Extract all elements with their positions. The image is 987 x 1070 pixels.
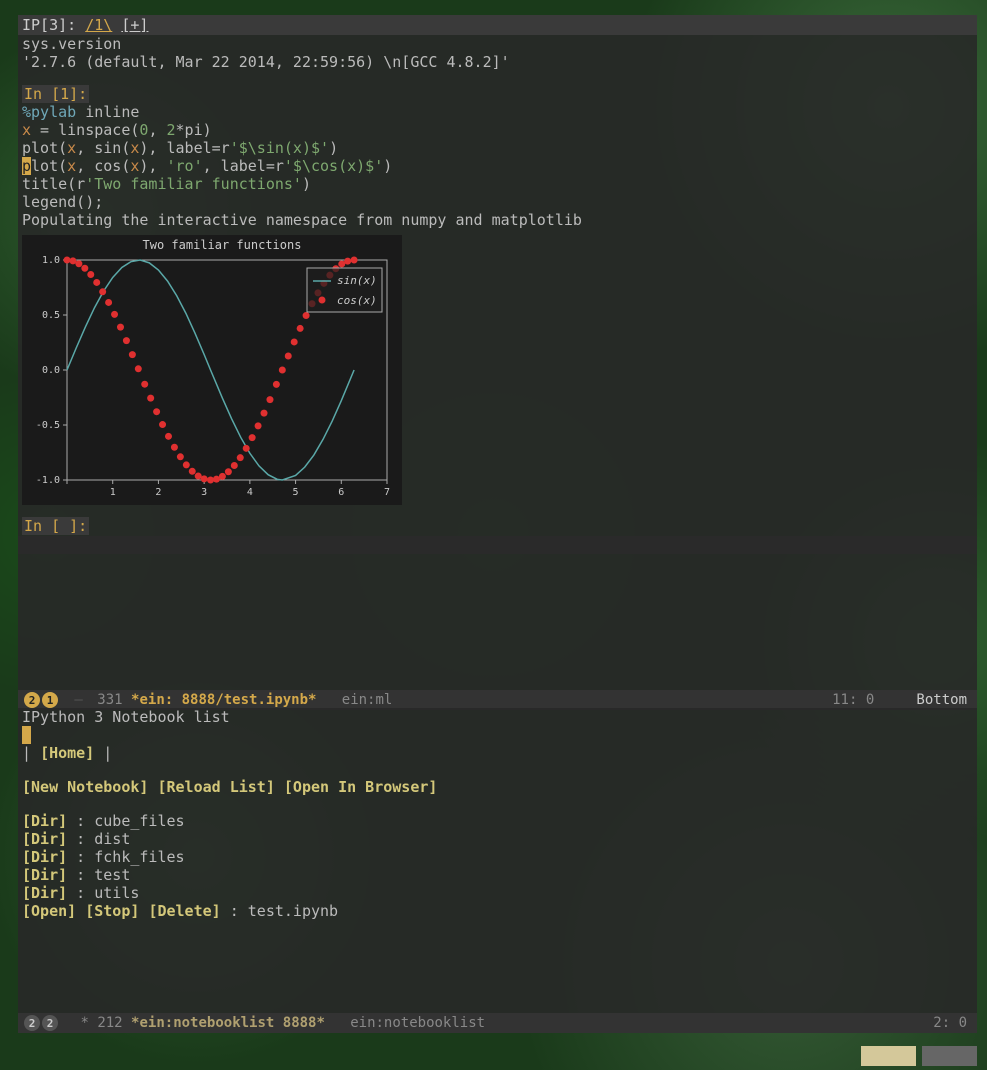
cursor: p <box>22 157 31 175</box>
cursor-bot <box>22 726 31 744</box>
stop-file-button[interactable]: [Stop] <box>85 902 139 920</box>
svg-text:7: 7 <box>384 487 390 498</box>
cell-2-body[interactable] <box>18 536 977 554</box>
svg-text:6: 6 <box>338 487 344 498</box>
modeline-top: 2 1 — 331 *ein: 8888/test.ipynb* ein:ml … <box>18 690 977 710</box>
header-prefix: IP[3]: <box>22 16 85 34</box>
svg-text:-0.5: -0.5 <box>36 420 60 431</box>
taskbar <box>861 1046 977 1070</box>
svg-text:4: 4 <box>247 487 253 498</box>
home-link[interactable]: [Home] <box>40 744 94 762</box>
dir-link[interactable]: [Dir] <box>22 812 67 830</box>
cell-1-prompt: In [1]: <box>22 85 89 103</box>
svg-text:0.5: 0.5 <box>42 310 60 321</box>
dir-link[interactable]: [Dir] <box>22 830 67 848</box>
svg-text:Two familiar functions: Two familiar functions <box>143 238 302 252</box>
reload-list-button[interactable]: [Reload List] <box>157 778 274 796</box>
svg-text:sin(x): sin(x) <box>337 274 377 287</box>
header-tab-1[interactable]: /1\ <box>85 16 112 34</box>
badge-window-num-2: 2 <box>42 1015 58 1031</box>
svg-text:5: 5 <box>293 487 299 498</box>
emacs-bottom-pane: IPython 3 Notebook list | [Home] | [New … <box>18 708 977 1013</box>
svg-text:1.0: 1.0 <box>42 255 60 266</box>
taskbar-item-1[interactable] <box>861 1046 916 1066</box>
dir-link[interactable]: [Dir] <box>22 884 67 902</box>
badge-window-num: 1 <box>42 692 58 708</box>
cell-2[interactable]: In [ ]: <box>18 517 977 535</box>
svg-text:0.0: 0.0 <box>42 365 60 376</box>
sys-version-line2: '2.7.6 (default, Mar 22 2014, 22:59:56) … <box>18 53 977 71</box>
header-line: IP[3]: /1\ [+] <box>18 15 977 35</box>
emacs-top-pane: IP[3]: /1\ [+] sys.version '2.7.6 (defau… <box>18 15 977 690</box>
sys-version-line1: sys.version <box>18 35 977 53</box>
major-mode-top: ein:ml <box>342 692 393 708</box>
chart-svg: Two familiar functions 1 2 3 4 5 6 7 -1.0 -0.5 0.0… <box>22 235 402 505</box>
matplotlib-chart: Two familiar functions 1 2 3 4 5 6 7 -1.0 -0.5 0.0… <box>22 235 402 505</box>
new-notebook-button[interactable]: [New Notebook] <box>22 778 148 796</box>
header-tab-new[interactable]: [+] <box>121 16 148 34</box>
modeline-bottom: 2 2 * 212 *ein:notebooklist 8888* ein:no… <box>18 1013 977 1033</box>
cell-1-output: Populating the interactive namespace fro… <box>18 211 977 229</box>
svg-text:3: 3 <box>201 487 207 498</box>
open-file-button[interactable]: [Open] <box>22 902 76 920</box>
cell-2-prompt: In [ ]: <box>22 517 89 535</box>
svg-text:1: 1 <box>110 487 116 498</box>
dir-link[interactable]: [Dir] <box>22 866 67 884</box>
delete-file-button[interactable]: [Delete] <box>148 902 220 920</box>
major-mode-bot: ein:notebooklist <box>350 1015 485 1031</box>
buffer-name-top: *ein: 8888/test.ipynb* <box>131 692 316 708</box>
open-in-browser-button[interactable]: [Open In Browser] <box>284 778 438 796</box>
notebooklist-title: IPython 3 Notebook list <box>22 708 973 726</box>
badge-window-count-2: 2 <box>24 1015 40 1031</box>
file-name: test.ipynb <box>248 902 338 920</box>
svg-text:cos(x): cos(x) <box>337 294 377 307</box>
taskbar-item-2[interactable] <box>922 1046 977 1066</box>
svg-text:-1.0: -1.0 <box>36 475 60 486</box>
cell-1[interactable]: In [1]: %pylab inline x = linspace(0, 2*… <box>18 85 977 211</box>
svg-text:2: 2 <box>155 487 161 498</box>
badge-window-count: 2 <box>24 692 40 708</box>
dir-link[interactable]: [Dir] <box>22 848 67 866</box>
buffer-name-bot: *ein:notebooklist 8888* <box>131 1015 325 1031</box>
